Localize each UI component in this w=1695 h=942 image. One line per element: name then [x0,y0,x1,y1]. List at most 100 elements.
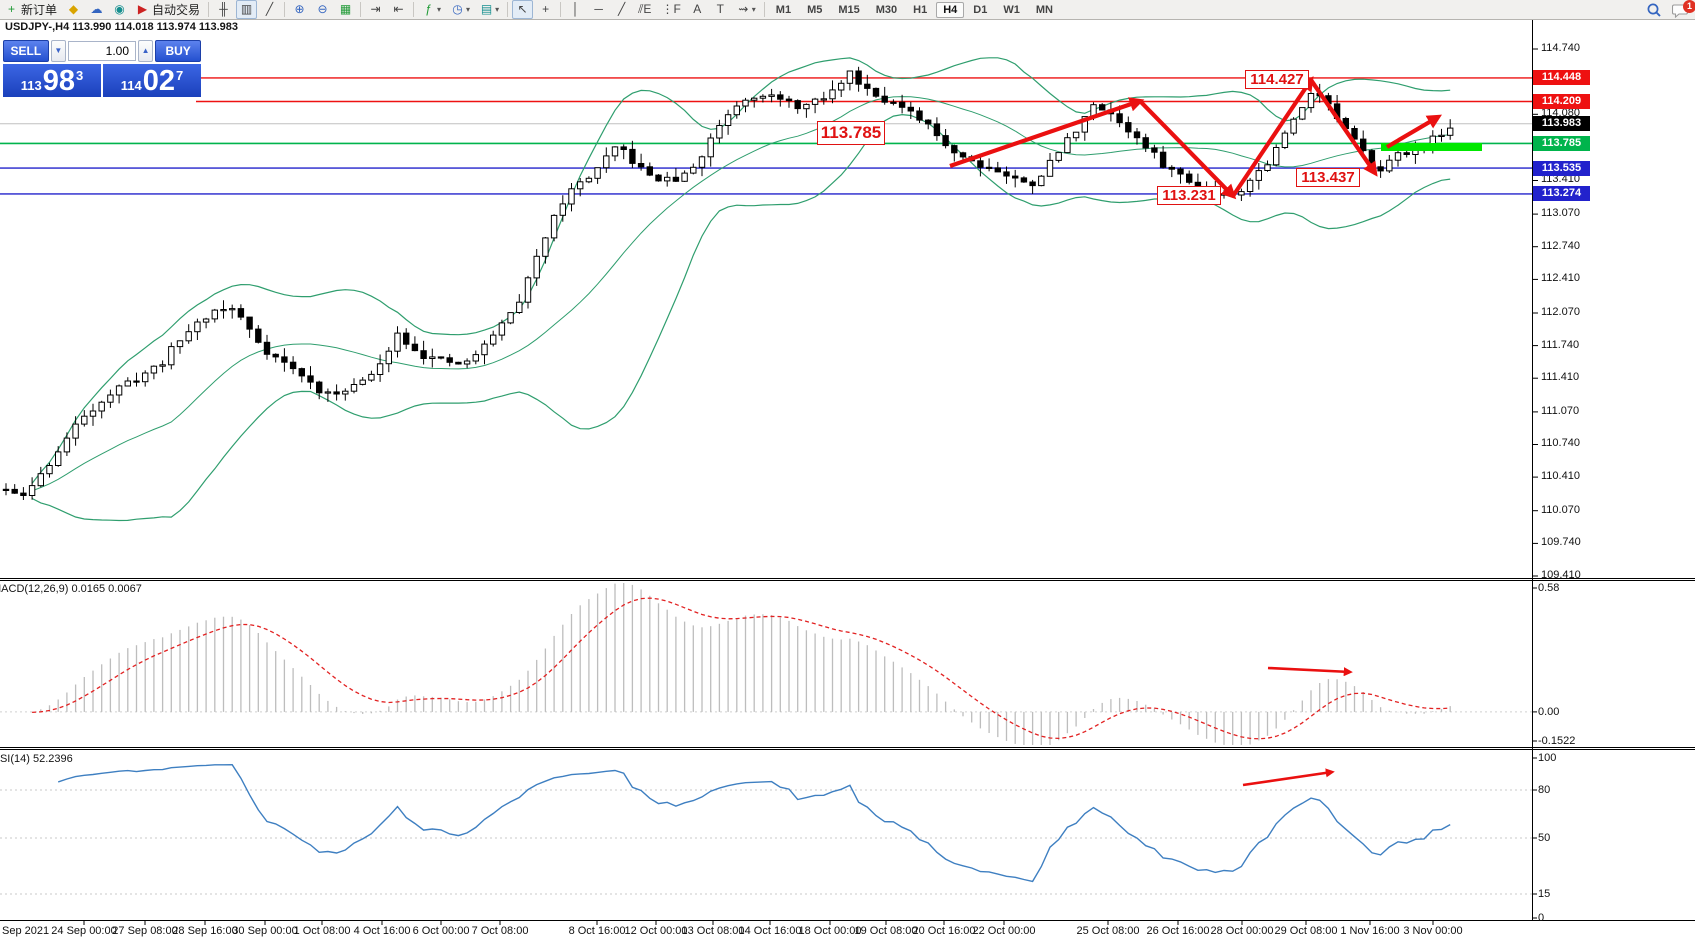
zoom-in-icon[interactable]: ⊕ [289,0,310,19]
line-chart-icon[interactable]: ╱ [259,0,280,19]
periodicity-button[interactable]: ◷▾ [447,0,474,19]
rsi-indicator-label: RSI(14) 52.2396 [0,753,240,767]
time-axis-label: 4 Oct 16:00 [354,925,411,937]
community-icon: ☁ [90,1,103,18]
equidistant-channel-tool[interactable]: ⫽E [634,0,655,19]
zoom-out-icon[interactable]: ⊖ [312,0,333,19]
toolbar: +新订单◆☁◉▶自动交易╫▥╱⊕⊖▦⇥⇤ƒ▾◷▾▤▾↖+│─╱⫽E⋮FAT⇝▾M… [0,0,1695,20]
time-axis-label: 22 Oct 00:00 [973,925,1036,937]
fibonacci-tool[interactable]: ⋮F [657,0,684,19]
add-indicator-button: ƒ [422,1,435,18]
community-icon[interactable]: ☁ [86,0,107,19]
sell-price-pips: 98 [43,67,75,96]
label-tool: T [714,1,727,18]
price-line-badge: 113.785 [1533,136,1590,151]
crosshair-tool: + [539,1,552,18]
rsi-axis-label: 0 [1538,912,1544,924]
vertical-line-tool[interactable]: │ [565,0,586,19]
toolbar-separator [208,2,209,17]
signal-icon: ◉ [113,1,126,18]
timeframe-h4[interactable]: H4 [936,2,964,18]
buy-price-pips: 02 [143,67,175,96]
timeframe-h1[interactable]: H1 [906,2,934,18]
price-axis-tick: 112.740 [1541,240,1580,252]
text-tool[interactable]: A [687,0,708,19]
notifications-icon[interactable]: 1 [1672,2,1689,18]
horizontal-line-tool: ─ [592,1,605,18]
price-annotation-box[interactable]: 113.785 [817,121,885,145]
time-axis-label: 26 Oct 16:00 [1147,925,1210,937]
sell-price-pipette: 3 [76,68,83,83]
new-order-button[interactable]: +新订单 [1,0,61,19]
autotrade-button[interactable]: ▶自动交易 [132,0,204,19]
notification-badge: 1 [1683,0,1695,13]
time-axis-label: 13 Oct 08:00 [682,925,745,937]
zoom-out-icon: ⊖ [316,1,329,18]
mt4-window: +新订单◆☁◉▶自动交易╫▥╱⊕⊖▦⇥⇤ƒ▾◷▾▤▾↖+│─╱⫽E⋮FAT⇝▾M… [0,0,1695,942]
time-axis-label: 25 Oct 08:00 [1077,925,1140,937]
timeframe-d1[interactable]: D1 [966,2,994,18]
time-axis-label: 28 Oct 00:00 [1211,925,1274,937]
rsi-axis-label: 15 [1538,888,1550,900]
arrows-tool[interactable]: ⇝▾ [733,0,760,19]
price-line-badge: 113.274 [1533,186,1590,201]
label-tool[interactable]: T [710,0,731,19]
tile-windows-icon: ▦ [339,1,352,18]
trendline-tool[interactable]: ╱ [611,0,632,19]
autotrade-button: ▶ [136,1,149,18]
volume-down-stepper[interactable]: ▼ [51,40,66,62]
macd-axis-label: -0.1522 [1538,735,1575,747]
buy-button[interactable]: BUY [155,40,201,62]
timeframe-m5[interactable]: M5 [800,2,829,18]
macd-axis-label: 0.58 [1538,582,1559,594]
bar-chart-icon[interactable]: ╫ [213,0,234,19]
arrows-tool: ⇝ [737,1,750,18]
timeframe-w1[interactable]: W1 [996,2,1027,18]
rsi-axis-label: 50 [1538,832,1550,844]
chevron-down-icon: ▾ [466,5,470,14]
search-icon[interactable] [1646,2,1662,18]
price-annotation-box[interactable]: 113.231 [1157,186,1221,205]
price-line-badge: 114.209 [1533,94,1590,109]
toolbar-separator [413,2,414,17]
time-axis-label: 12 Oct 00:00 [625,925,688,937]
funds-icon[interactable]: ◆ [63,0,84,19]
tile-windows-icon[interactable]: ▦ [335,0,356,19]
timeframe-m30[interactable]: M30 [869,2,904,18]
time-axis-label: 1 Oct 08:00 [294,925,351,937]
timeframe-mn[interactable]: MN [1029,2,1060,18]
funds-icon: ◆ [67,1,80,18]
price-axis-tick: 110.070 [1541,504,1580,516]
price-axis-tick: 110.740 [1541,437,1580,449]
time-axis-label: 8 Oct 16:00 [569,925,626,937]
candlestick-chart-icon[interactable]: ▥ [236,0,257,19]
volume-input[interactable] [68,41,136,61]
volume-up-stepper[interactable]: ▲ [138,40,153,62]
buy-price-display[interactable]: 114 02 7 [103,64,201,97]
chart-shift-icon[interactable]: ⇥ [365,0,386,19]
candlestick-chart-icon: ▥ [240,1,253,18]
macd-indicator-label: MACD(12,26,9) 0.0165 0.0067 [0,583,240,597]
price-axis-tick: 112.070 [1541,306,1580,318]
new-order-button: + [5,1,18,18]
time-axis-label: 30 Sep 00:00 [232,925,297,937]
time-axis-label: 3 Nov 00:00 [1403,925,1462,937]
signal-icon[interactable]: ◉ [109,0,130,19]
buy-price-pipette: 7 [176,68,183,83]
timeframe-m15[interactable]: M15 [831,2,866,18]
cursor-tool[interactable]: ↖ [512,0,533,19]
timeframe-m1[interactable]: M1 [769,2,798,18]
price-annotation-box[interactable]: 113.437 [1296,168,1360,187]
sell-price-display[interactable]: 113 98 3 [3,64,101,97]
price-annotation-box[interactable]: 114.427 [1245,70,1309,89]
chart-shift-icon: ⇥ [369,1,382,18]
sell-button[interactable]: SELL [3,40,49,62]
horizontal-line-tool[interactable]: ─ [588,0,609,19]
template-button[interactable]: ▤▾ [476,0,503,19]
rsi-axis-label: 100 [1538,752,1556,764]
auto-scroll-icon[interactable]: ⇤ [388,0,409,19]
text-tool: A [691,1,704,18]
price-axis-tick: 112.410 [1541,272,1580,284]
add-indicator-button[interactable]: ƒ▾ [418,0,445,19]
crosshair-tool[interactable]: + [535,0,556,19]
